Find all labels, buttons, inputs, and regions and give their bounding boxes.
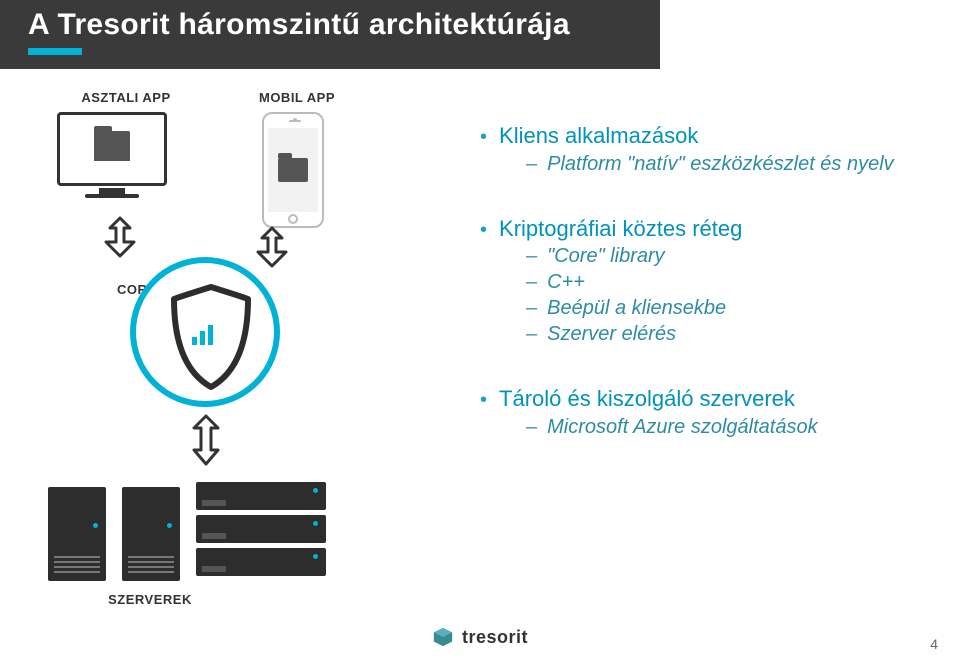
slide-stage: ASZTALI APP MOBIL APP CORE LIB bbox=[0, 62, 960, 658]
bullet-group-servers: •Tároló és kiszolgáló szerverek –Microso… bbox=[480, 385, 930, 440]
bullet-sub: Microsoft Azure szolgáltatások bbox=[547, 414, 817, 440]
monitor-base bbox=[85, 194, 139, 198]
page-number: 4 bbox=[930, 636, 938, 652]
bullet-group-core: •Kriptográfiai köztes réteg –"Core" libr… bbox=[480, 215, 930, 348]
server-tower bbox=[48, 487, 106, 581]
bullet-title: Kliens alkalmazások bbox=[499, 122, 698, 151]
label-mobile-app: MOBIL APP bbox=[252, 90, 342, 105]
desktop-app-icon bbox=[52, 112, 172, 198]
phone-icon bbox=[262, 112, 324, 228]
bullet-title: Tároló és kiszolgáló szerverek bbox=[499, 385, 795, 414]
bullet-list: •Kliens alkalmazások –Platform "natív" e… bbox=[480, 122, 930, 478]
mobile-app-icon bbox=[248, 112, 338, 228]
bullet-group-clients: •Kliens alkalmazások –Platform "natív" e… bbox=[480, 122, 930, 177]
server-rack bbox=[196, 482, 326, 581]
monitor-icon bbox=[57, 112, 167, 186]
folder-icon bbox=[278, 158, 308, 182]
bullet-sub: "Core" library bbox=[547, 243, 665, 269]
brand-logo: tresorit bbox=[432, 626, 528, 648]
server-tower bbox=[122, 487, 180, 581]
arrow-core-servers bbox=[186, 412, 226, 468]
bullet-sub: Szerver elérés bbox=[547, 321, 676, 347]
logo-icon bbox=[432, 626, 454, 648]
label-servers: SZERVEREK bbox=[100, 592, 200, 607]
title-bar: A Tresorit háromszintű architektúrája bbox=[0, 0, 660, 69]
brand-name: tresorit bbox=[462, 627, 528, 648]
bullet-title: Kriptográfiai köztes réteg bbox=[499, 215, 742, 244]
bar-chart-icon bbox=[192, 325, 213, 345]
title-accent bbox=[28, 48, 82, 55]
bullet-sub: Beépül a kliensekbe bbox=[547, 295, 726, 321]
arrow-mobile-core bbox=[252, 222, 292, 270]
arrow-desktop-core bbox=[100, 212, 140, 260]
bullet-sub: C++ bbox=[547, 269, 585, 295]
footer: tresorit bbox=[0, 626, 960, 648]
slide-title: A Tresorit háromszintű architektúrája bbox=[28, 8, 632, 42]
label-desktop-app: ASZTALI APP bbox=[66, 90, 186, 105]
bullet-sub: Platform "natív" eszközkészlet és nyelv bbox=[547, 151, 894, 177]
core-lib-icon bbox=[130, 257, 280, 407]
servers-icon-group bbox=[48, 482, 326, 581]
